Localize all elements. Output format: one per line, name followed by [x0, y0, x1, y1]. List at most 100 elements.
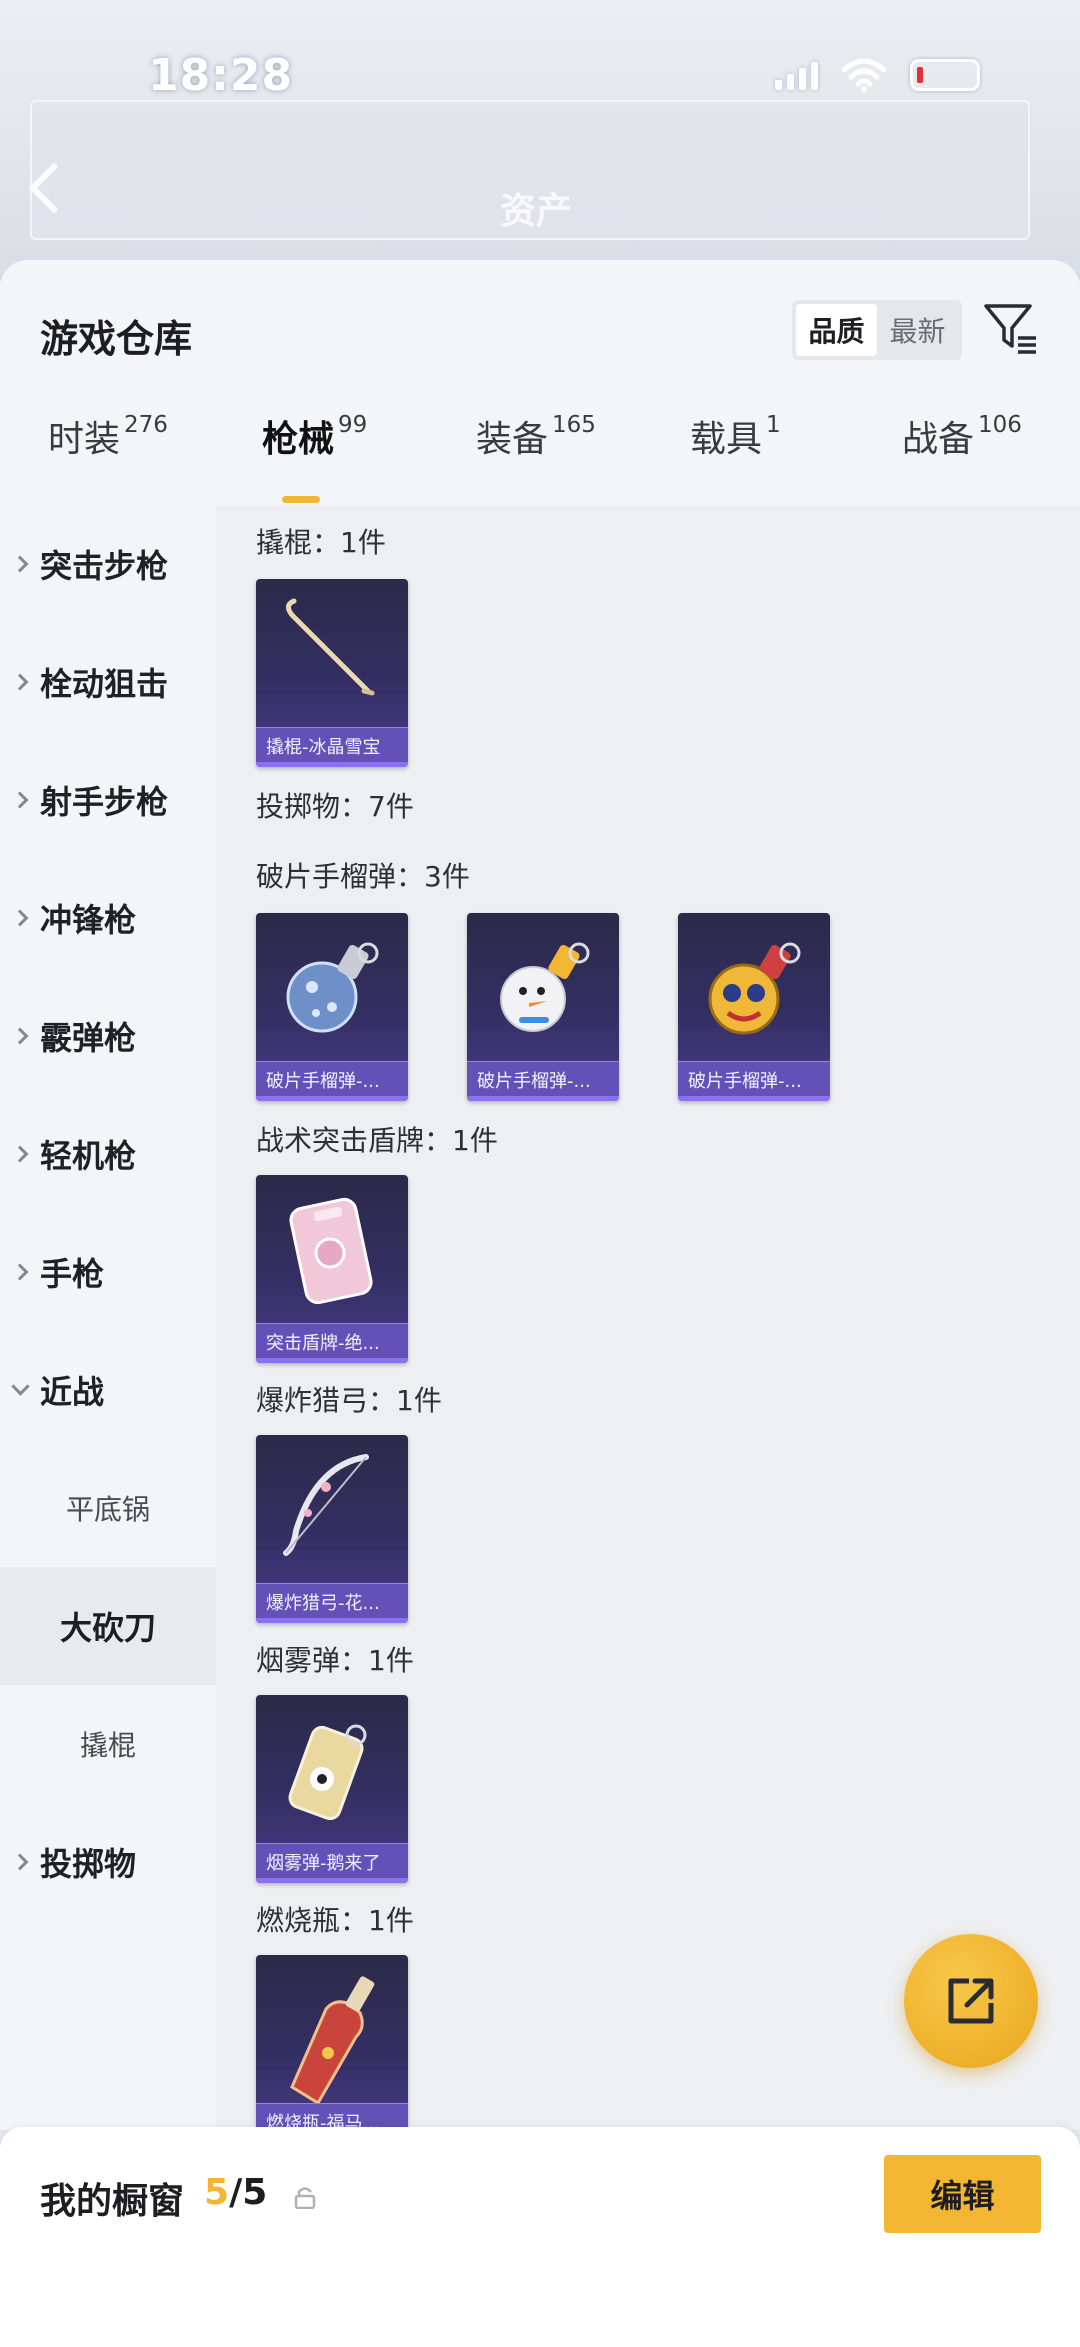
item-card[interactable]: 燃烧瓶-福马... [256, 1955, 408, 2130]
snowman-grenade-icon [500, 942, 590, 1032]
warehouse-sheet: 游戏仓库 品质 最新 时装 276 枪械 99 装备 165 载具 1 战备 1… [0, 260, 1080, 2130]
quality-bar [256, 1358, 408, 1363]
tab-equipment[interactable]: 装备 165 [476, 410, 596, 462]
group-title: 爆炸猎弓：1件 [256, 1384, 442, 1417]
sidebar-item-marksman-rifle[interactable]: 射手步枪 [0, 741, 216, 859]
blurred-page-title: 资产 [500, 191, 573, 232]
item-name: 爆炸猎弓-花... [266, 1593, 380, 1614]
tab-count: 165 [552, 412, 596, 438]
edit-button[interactable]: 编辑 [884, 2155, 1041, 2233]
sidebar-item-label: 投掷物 [40, 1845, 137, 1883]
item-name: 撬棍-冰晶雪宝 [266, 737, 381, 758]
sidebar-item-label: 栓动狙击 [40, 665, 169, 703]
item-name: 破片手榴弹-... [477, 1071, 591, 1092]
tab-label: 枪械 [262, 419, 335, 460]
sidebar-item-melee[interactable]: 近战 [0, 1331, 216, 1449]
group-title: 撬棍：1件 [256, 526, 386, 559]
status-icons [775, 58, 980, 92]
group-title: 战术突击盾牌：1件 [256, 1124, 498, 1157]
tab-count: 276 [124, 412, 168, 438]
category-sidebar: 突击步枪 栓动狙击 射手步枪 冲锋枪 霰弹枪 轻机枪 手枪 近战 平底锅 大砍刀… [0, 505, 216, 2130]
showcase-label: 我的橱窗 [40, 2181, 185, 2222]
molotov-icon [290, 1976, 375, 2103]
quality-bar [256, 1618, 408, 1623]
group-title: 投掷物：7件 [256, 790, 414, 823]
chevron-down-icon [0, 1376, 40, 1396]
tab-label: 战备 [902, 419, 975, 460]
item-card[interactable]: 破片手榴弹-... [256, 913, 408, 1101]
sidebar-item-label: 霰弹枪 [40, 1019, 137, 1057]
item-name: 突击盾牌-绝... [266, 1333, 380, 1354]
sidebar-item-label: 射手步枪 [40, 783, 169, 821]
quality-bar [256, 1878, 408, 1883]
sidebar-item-label: 突击步枪 [40, 547, 169, 585]
yellow-grenade-icon [708, 942, 801, 1035]
crowbar-icon [286, 598, 375, 696]
tab-label: 时装 [48, 419, 121, 460]
showcase-total: /5 [229, 2172, 268, 2213]
sort-latest-button[interactable]: 最新 [877, 304, 958, 356]
item-name: 烟雾弹-鹅来了 [266, 1853, 381, 1874]
quality-bar [256, 762, 408, 767]
sidebar-item-smg[interactable]: 冲锋枪 [0, 859, 216, 977]
sidebar-item-bolt-sniper[interactable]: 栓动狙击 [0, 623, 216, 741]
sort-toggle: 品质 最新 [792, 300, 962, 360]
tab-fashion[interactable]: 时装 276 [48, 410, 168, 462]
chevron-right-icon [0, 909, 40, 927]
share-button[interactable] [904, 1934, 1038, 2068]
tab-label: 载具 [690, 419, 763, 460]
chevron-right-icon [0, 1853, 40, 1871]
tab-label: 装备 [476, 419, 549, 460]
chevron-right-icon [0, 1145, 40, 1163]
bow-icon [283, 1454, 369, 1556]
battery-icon [910, 59, 980, 91]
sidebar-subitem-machete[interactable]: 大砍刀 [0, 1567, 216, 1685]
item-card[interactable]: 撬棍-冰晶雪宝 [256, 579, 408, 767]
sidebar-subitem-crowbar[interactable]: 撬棍 [0, 1685, 216, 1803]
blue-grenade-icon [286, 942, 379, 1033]
sort-quality-button[interactable]: 品质 [796, 304, 877, 356]
tab-firearms[interactable]: 枪械 99 [262, 410, 367, 462]
active-tab-indicator [282, 496, 320, 503]
item-name: 破片手榴弹-... [688, 1071, 802, 1092]
quality-bar [467, 1096, 619, 1101]
sidebar-item-throwables[interactable]: 投掷物 [0, 1803, 216, 1921]
sidebar-item-shotgun[interactable]: 霰弹枪 [0, 977, 216, 1095]
quality-bar [256, 1096, 408, 1101]
item-name: 破片手榴弹-... [266, 1071, 380, 1092]
pink-shield-icon [289, 1197, 373, 1305]
sidebar-item-lmg[interactable]: 轻机枪 [0, 1095, 216, 1213]
warehouse-header: 游戏仓库 品质 最新 时装 276 枪械 99 装备 165 载具 1 战备 1… [0, 260, 1080, 505]
sidebar-item-label: 轻机枪 [40, 1137, 137, 1175]
lock-icon [294, 2187, 316, 2209]
tab-vehicles[interactable]: 载具 1 [690, 410, 781, 462]
filter-icon[interactable] [982, 300, 1038, 356]
item-card[interactable]: 破片手榴弹-... [678, 913, 830, 1101]
tab-count: 99 [338, 412, 368, 438]
item-card[interactable]: 突击盾牌-绝... [256, 1175, 408, 1363]
showcase-bar: 我的橱窗 5/5 编辑 [0, 2127, 1080, 2347]
quality-bar [678, 1096, 830, 1101]
chevron-right-icon [0, 673, 40, 691]
sidebar-item-label: 冲锋枪 [40, 901, 137, 939]
share-icon [948, 1978, 994, 2024]
category-tabs: 时装 276 枪械 99 装备 165 载具 1 战备 106 [0, 410, 1080, 505]
item-card[interactable]: 烟雾弹-鹅来了 [256, 1695, 408, 1883]
sidebar-item-assault-rifle[interactable]: 突击步枪 [0, 505, 216, 623]
tab-count: 1 [766, 412, 781, 438]
tab-supplies[interactable]: 战备 106 [902, 410, 1022, 462]
warehouse-title: 游戏仓库 [40, 317, 193, 361]
signal-icon [775, 60, 818, 90]
chevron-right-icon [0, 791, 40, 809]
chevron-right-icon [0, 555, 40, 573]
background-header: 18:28 资产 [0, 0, 1080, 280]
sidebar-subitem-pan[interactable]: 平底锅 [0, 1449, 216, 1567]
group-title: 烟雾弹：1件 [256, 1644, 414, 1677]
sidebar-item-pistol[interactable]: 手枪 [0, 1213, 216, 1331]
item-card[interactable]: 破片手榴弹-... [467, 913, 619, 1101]
chevron-right-icon [0, 1027, 40, 1045]
item-card[interactable]: 爆炸猎弓-花... [256, 1435, 408, 1623]
sidebar-item-label: 手枪 [40, 1255, 105, 1293]
tab-count: 106 [978, 412, 1022, 438]
group-title: 燃烧瓶：1件 [256, 1904, 414, 1937]
